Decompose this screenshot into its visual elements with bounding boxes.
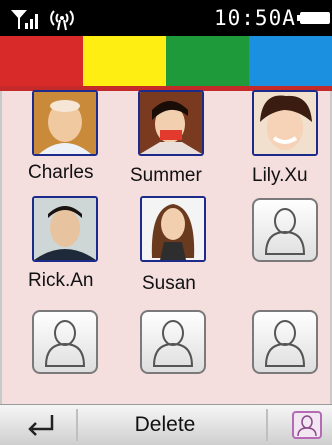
- tab-blue[interactable]: [249, 36, 332, 86]
- person-placeholder-icon: [264, 320, 306, 367]
- empty-contact-slot[interactable]: [32, 310, 98, 374]
- contacts-app-icon[interactable]: [292, 411, 322, 439]
- toolbar-divider: [266, 409, 268, 441]
- person-placeholder-icon: [44, 320, 86, 367]
- toolbar-divider: [76, 409, 78, 441]
- contact-photo-susan[interactable]: [140, 196, 206, 262]
- broadcast-icon: [50, 10, 74, 31]
- empty-contact-slot[interactable]: [252, 310, 318, 374]
- signal-strength-icon: [11, 10, 38, 29]
- contact-name[interactable]: Charles: [28, 162, 93, 184]
- contact-photo-rick-an[interactable]: [32, 196, 98, 262]
- empty-contact-slot[interactable]: [140, 310, 206, 374]
- contact-name[interactable]: Rick.An: [28, 270, 93, 292]
- contact-photo-summer[interactable]: [138, 90, 204, 156]
- status-bar: 10:50A: [0, 0, 332, 36]
- contact-name[interactable]: Susan: [142, 273, 196, 295]
- person-placeholder-icon: [152, 320, 194, 367]
- bottom-toolbar: Delete: [0, 404, 332, 445]
- contact-name[interactable]: Summer: [130, 165, 202, 187]
- delete-button[interactable]: Delete: [105, 411, 225, 439]
- contact-name[interactable]: Lily.Xu: [252, 165, 308, 187]
- back-icon[interactable]: [22, 411, 62, 439]
- group-tabs: [0, 36, 332, 86]
- tab-green[interactable]: [166, 36, 249, 86]
- contact-photo-charles[interactable]: [32, 90, 98, 156]
- clock: 10:50A: [214, 6, 296, 30]
- tab-red[interactable]: [0, 36, 83, 86]
- battery-icon: [297, 12, 330, 24]
- tab-yellow[interactable]: [83, 36, 166, 86]
- empty-contact-slot[interactable]: [252, 198, 318, 262]
- person-placeholder-icon: [264, 208, 306, 255]
- contact-photo-lily-xu[interactable]: [252, 90, 318, 156]
